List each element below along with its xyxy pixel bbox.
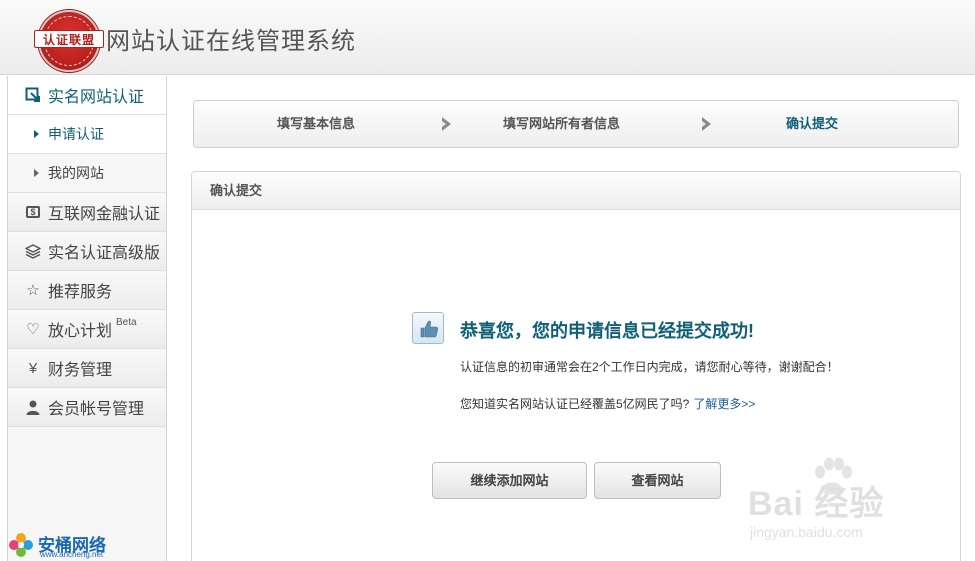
sidebar-item-finance-cert[interactable]: $ 互联网金融认证: [8, 193, 166, 232]
anxin-url: www.ancheng.net: [40, 550, 104, 559]
verify-icon: [24, 86, 42, 104]
sidebar-item-recommended[interactable]: ☆ 推荐服务: [8, 271, 166, 310]
caret-right-icon: [34, 130, 39, 138]
coverage-text: 您知道实名网站认证已经覆盖5亿网民了吗?: [460, 397, 690, 411]
step-basic-info: 填写基本信息: [277, 116, 356, 131]
review-notice: 认证信息的初审通常会在2个工作日内完成，请您耐心等待，谢谢配合！: [460, 360, 839, 374]
thumbs-up-icon: [412, 312, 444, 344]
sidebar-item-label: 放心计划: [48, 323, 113, 340]
layers-icon: [24, 242, 42, 260]
baidu-url: jingyan.baidu.com: [750, 524, 863, 540]
sidebar-item-label: 会员帐号管理: [48, 401, 145, 418]
view-site-button[interactable]: 查看网站: [594, 462, 721, 499]
sidebar-item-label: 实名认证高级版: [48, 245, 161, 262]
sidebar-item-trust-plan[interactable]: ♡ 放心计划 Beta: [8, 310, 166, 349]
learn-more-link[interactable]: 了解更多>>: [693, 397, 755, 411]
yen-icon: ¥: [28, 359, 38, 377]
app-header: 认证联盟 网站认证在线管理系统: [0, 0, 975, 75]
sidebar-subitem-label: 我的网站: [48, 165, 104, 181]
sidebar-item-realname-cert[interactable]: 实名网站认证: [8, 76, 166, 115]
certification-alliance-logo[interactable]: 认证联盟: [34, 10, 104, 72]
success-title: 恭喜您，您的申请信息已经提交成功!: [460, 321, 754, 341]
sidebar-item-label: 互联网金融认证: [48, 206, 161, 223]
heart-icon: ♡: [26, 321, 40, 338]
progress-steps: 填写基本信息 填写网站所有者信息 确认提交: [193, 100, 959, 148]
sidebar-item-account[interactable]: 会员帐号管理: [8, 388, 166, 427]
app-title: 网站认证在线管理系统: [106, 28, 356, 55]
sidebar-item-label: 推荐服务: [48, 284, 113, 301]
logo-text: 认证联盟: [34, 30, 104, 48]
sidebar-item-finance[interactable]: ¥ 财务管理: [8, 349, 166, 388]
caret-right-icon: [34, 169, 39, 177]
baidu-text: Bai 经验: [748, 485, 885, 523]
sidebar-subitem-apply[interactable]: 申请认证: [8, 115, 166, 154]
finance-cert-icon: $: [24, 203, 42, 221]
step-arrow-icon: [442, 117, 454, 131]
sidebar-item-advanced-cert[interactable]: 实名认证高级版: [8, 232, 166, 271]
sidebar-item-label: 实名网站认证: [48, 89, 145, 106]
star-icon: ☆: [26, 282, 40, 299]
sidebar-subitem-label: 申请认证: [48, 126, 104, 142]
coverage-notice: 您知道实名网站认证已经覆盖5亿网民了吗? 了解更多>>: [460, 395, 755, 412]
baidu-jingyan-watermark: Bai 经验 jingyan.baidu.com: [748, 456, 928, 556]
sidebar-nav: 实名网站认证 申请认证 我的网站 $ 互联网金融认证 实名认证高级版 ☆ 推荐服…: [7, 76, 167, 561]
continue-add-site-button[interactable]: 继续添加网站: [432, 462, 587, 499]
step-arrow-icon: [702, 117, 714, 131]
anxin-watermark: 安桶网络 www.ancheng.net: [8, 530, 128, 561]
user-icon: [24, 398, 42, 416]
flower-logo-icon: [9, 533, 33, 557]
step-confirm: 确认提交: [786, 116, 839, 131]
sidebar-item-label: 财务管理: [48, 362, 113, 379]
sidebar-subitem-my-sites[interactable]: 我的网站: [8, 154, 166, 193]
step-owner-info: 填写网站所有者信息: [503, 116, 621, 131]
beta-badge: Beta: [116, 316, 137, 328]
panel-title: 确认提交: [192, 172, 960, 210]
